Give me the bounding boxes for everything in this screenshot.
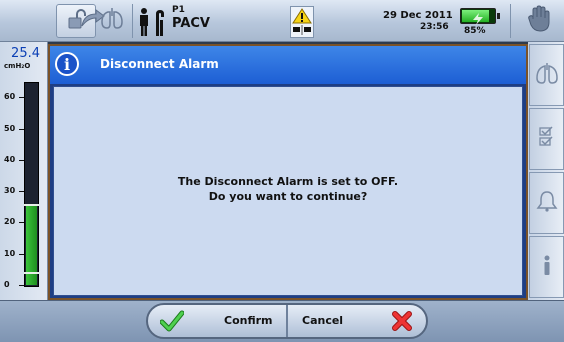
gauge-tick-label: 10 [4, 249, 16, 258]
cancel-button[interactable]: Cancel [288, 305, 426, 337]
pressure-value: 25.4 [11, 46, 40, 61]
alarm-pause-button[interactable] [516, 4, 562, 38]
time-display: 23:56 [420, 22, 449, 32]
manual-breath-button[interactable] [74, 4, 130, 38]
gauge-peep-marker [24, 272, 39, 274]
info-icon [540, 254, 554, 280]
gauge-tick-label: 50 [4, 124, 16, 133]
lungs-icon [534, 62, 560, 88]
gauge-tick-label: 60 [4, 92, 16, 101]
dialog-message-line1: The Disconnect Alarm is set to OFF. [177, 175, 399, 188]
manual-breath-icon [78, 6, 126, 36]
battery-percent: 85% [464, 26, 486, 36]
date-display: 29 Dec 2011 [383, 10, 453, 21]
alarm-pause-hand-icon [526, 5, 552, 37]
gauge-tick-label: 20 [4, 217, 16, 226]
toolbar-divider [510, 4, 511, 38]
checklist-icon [538, 126, 556, 152]
gauge-tick-label: 0 [4, 280, 10, 289]
cancel-button-label: Cancel [302, 314, 344, 327]
confirm-button[interactable]: Confirm [148, 305, 286, 337]
ventilation-profile: P1 [172, 5, 185, 15]
red-x-icon [392, 311, 412, 335]
pressure-unit: cmH₂O [4, 62, 31, 70]
patient-mode-button[interactable] [136, 6, 170, 38]
gauge-tick-label: 40 [4, 155, 16, 164]
alarm-status-button[interactable] [290, 6, 314, 38]
patient-icon [136, 8, 170, 42]
battery-terminal [497, 13, 500, 19]
ventilation-mode: PACV [172, 16, 210, 31]
alarm-menu-button[interactable] [529, 172, 564, 234]
alarm-warning-icon [291, 8, 313, 41]
dialog-message-line2: Do you want to continue? [208, 190, 368, 203]
checklist-menu-button[interactable] [529, 108, 564, 170]
alarm-bell-icon [535, 189, 559, 217]
lungs-menu-button[interactable] [529, 44, 564, 106]
green-check-icon [159, 310, 185, 336]
dialog-title: Disconnect Alarm [100, 57, 219, 71]
info-menu-button[interactable] [529, 236, 564, 298]
dialog-info-icon: i [55, 52, 79, 76]
toolbar-divider [132, 4, 133, 38]
gauge-peak-marker [24, 204, 39, 206]
gauge-tick-label: 30 [4, 186, 16, 195]
battery-charging-icon [470, 10, 486, 25]
confirm-button-label: Confirm [224, 314, 273, 327]
